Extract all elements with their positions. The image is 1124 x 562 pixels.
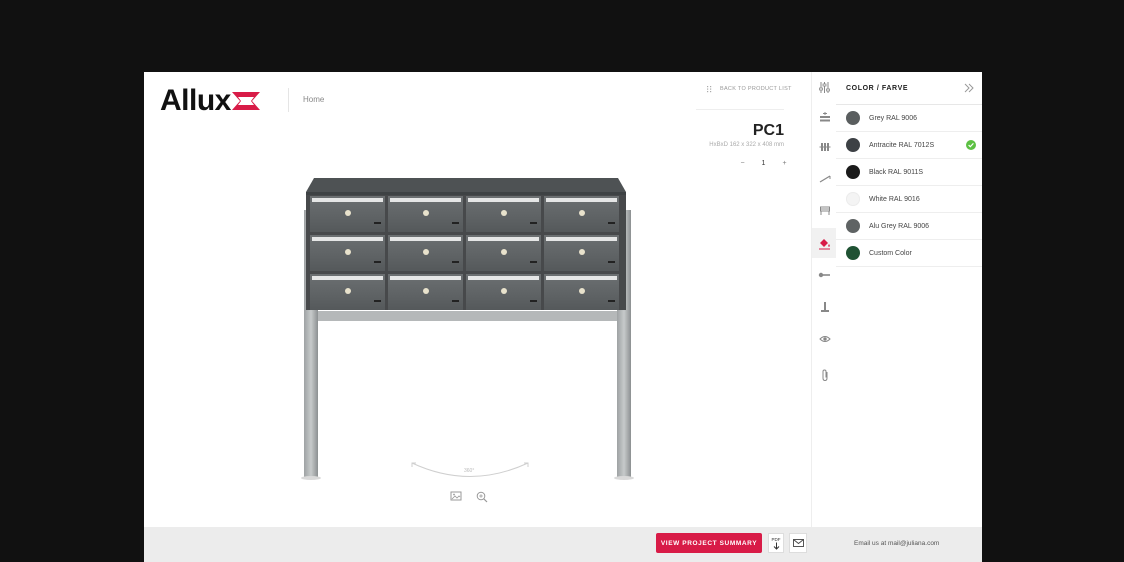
product-render[interactable]	[300, 170, 640, 482]
product-dimensions: HxBxD 162 x 322 x 408 mm	[709, 142, 784, 148]
download-pdf-button[interactable]: PDF	[768, 533, 784, 553]
panel-header: COLOR / FARVE	[836, 72, 982, 105]
rail-item-lock[interactable]	[812, 260, 837, 290]
rail-item-columns[interactable]	[812, 132, 837, 162]
paperclip-icon	[822, 368, 827, 381]
envelope-icon	[792, 539, 804, 547]
color-swatch	[846, 246, 860, 260]
color-swatch	[846, 138, 860, 152]
color-swatch	[846, 192, 860, 206]
email-contact-text[interactable]: Email us at mail@juliana.com	[854, 540, 939, 547]
divider	[696, 109, 784, 110]
product-title: PC1	[752, 122, 784, 139]
color-swatch	[846, 111, 860, 125]
rail-item-attachments[interactable]	[812, 360, 837, 390]
back-label: BACK TO PRODUCT LIST	[720, 86, 792, 92]
color-option[interactable]: Black RAL 9011S	[836, 159, 982, 186]
download-arrow-icon	[773, 542, 779, 550]
view-project-summary-button[interactable]: VIEW PROJECT SUMMARY	[656, 533, 762, 553]
color-option[interactable]: Alu Grey RAL 9006	[836, 213, 982, 240]
grid-icon	[707, 86, 712, 93]
columns-icon	[819, 143, 830, 151]
increment-button[interactable]: +	[774, 160, 795, 167]
color-option[interactable]: White RAL 9016	[836, 186, 982, 213]
stack-icon	[819, 112, 830, 122]
color-list: Grey RAL 9006 Antracite RAL 7012S Black …	[836, 105, 982, 267]
stand-icon	[820, 302, 829, 312]
quantity-value[interactable]: 1	[753, 160, 774, 167]
eye-icon	[818, 336, 831, 342]
color-swatch	[846, 219, 860, 233]
color-option[interactable]: Custom Color	[836, 240, 982, 267]
logo-text: Allux	[160, 84, 231, 117]
roof-icon	[819, 175, 830, 183]
color-option[interactable]: Antracite RAL 7012S	[836, 132, 982, 159]
back-to-product-list-link[interactable]: BACK TO PRODUCT LIST	[706, 85, 792, 93]
rail-item-stack[interactable]	[812, 102, 837, 132]
email-button[interactable]	[789, 533, 807, 553]
logo-chevron-icon	[231, 92, 260, 110]
double-chevron-right-icon[interactable]	[964, 83, 974, 93]
color-swatch	[846, 165, 860, 179]
rotate-label: 360°	[464, 468, 475, 474]
rail-item-roof[interactable]	[812, 164, 837, 194]
color-label: Black RAL 9011S	[869, 168, 924, 176]
rail-item-options[interactable]	[812, 72, 837, 102]
color-option[interactable]: Grey RAL 9006	[836, 105, 982, 132]
configurator-window: Allux Home BACK TO PRODUCT LIST PC1 HxBx…	[144, 72, 982, 562]
rail-item-stand[interactable]	[812, 292, 837, 322]
view-tools	[450, 491, 488, 503]
color-label: Antracite RAL 7012S	[869, 141, 935, 149]
zoom-in-icon[interactable]	[476, 491, 488, 503]
rail-item-bench[interactable]	[812, 196, 837, 226]
bench-icon	[819, 206, 830, 215]
decrement-button[interactable]: −	[732, 160, 753, 167]
image-gallery-icon[interactable]	[450, 491, 462, 502]
sliders-icon	[819, 81, 830, 93]
selected-check-icon	[966, 140, 976, 150]
color-label: Alu Grey RAL 9006	[869, 222, 930, 230]
configurator-icon-rail	[811, 72, 838, 528]
breadcrumb-home[interactable]: Home	[303, 95, 324, 104]
rail-item-preview[interactable]	[812, 324, 837, 354]
rail-item-color[interactable]	[812, 228, 837, 258]
key-icon	[818, 272, 830, 278]
color-label: Custom Color	[869, 249, 912, 257]
color-label: White RAL 9016	[869, 195, 920, 203]
paint-bucket-icon	[819, 238, 830, 249]
rotate-360-control[interactable]: 360°	[409, 460, 531, 485]
footer-bar: VIEW PROJECT SUMMARY PDF Email us at mai…	[144, 527, 982, 562]
color-label: Grey RAL 9006	[869, 114, 917, 122]
panel-title: COLOR / FARVE	[846, 84, 909, 92]
allux-logo[interactable]: Allux	[160, 84, 260, 118]
header-divider	[288, 88, 289, 112]
quantity-stepper: − 1 +	[732, 160, 795, 167]
color-panel: COLOR / FARVE Grey RAL 9006 Antracite RA…	[836, 72, 982, 528]
